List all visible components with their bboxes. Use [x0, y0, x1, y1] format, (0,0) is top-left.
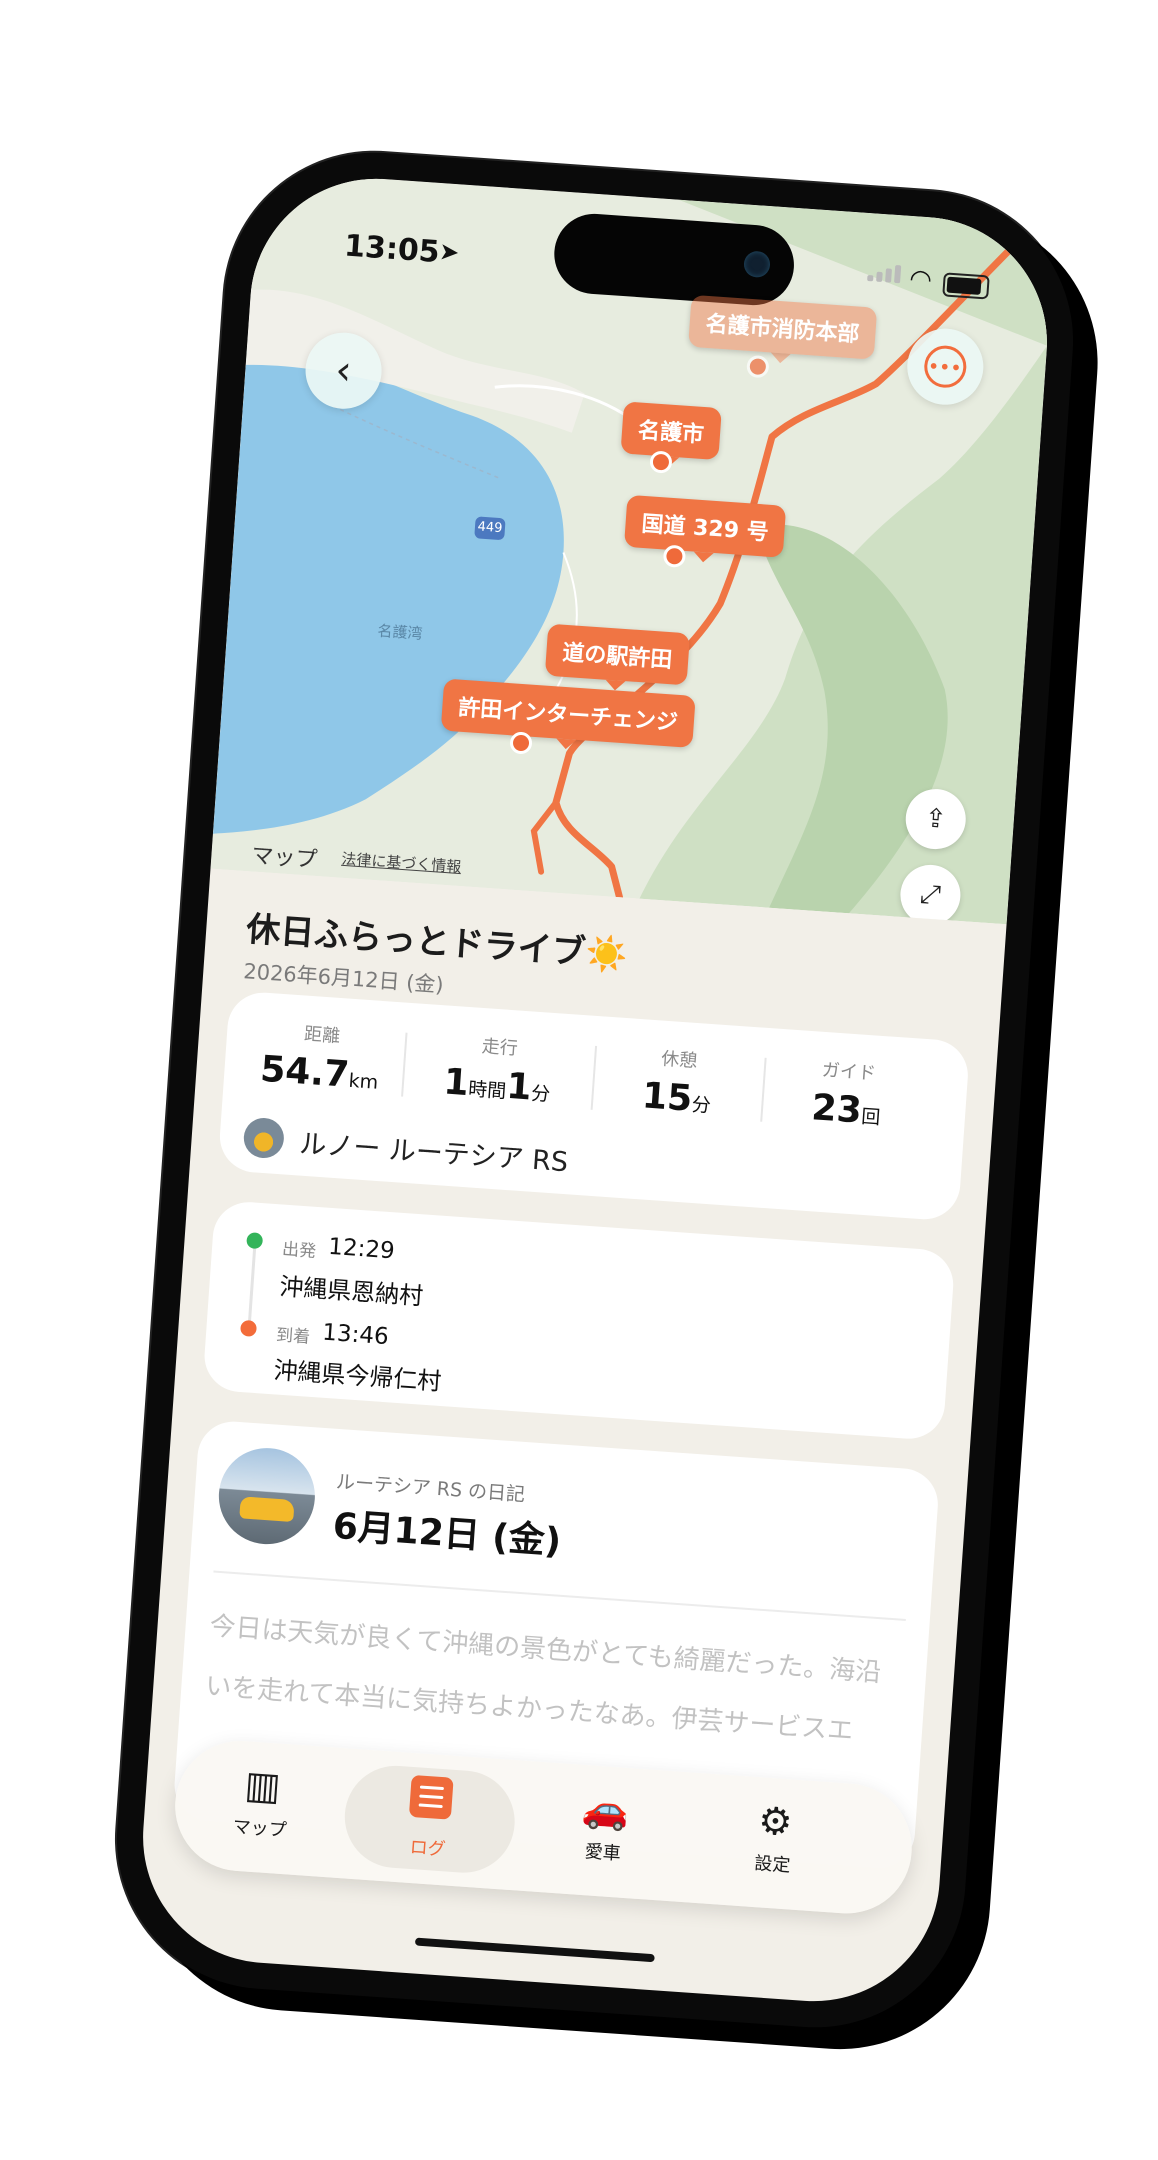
- wifi-icon: ◠: [908, 263, 934, 296]
- stat-divider: [401, 1032, 408, 1097]
- road-shield: 449: [474, 516, 506, 541]
- share-icon: ⇪: [923, 803, 948, 835]
- expand-icon: ⤢: [919, 878, 942, 911]
- tab-car[interactable]: 🚗 愛車: [531, 1776, 678, 1888]
- status-time: 13:05: [343, 228, 441, 271]
- end-dot: [239, 1319, 258, 1337]
- end-tag: 到着: [275, 1325, 311, 1348]
- phone-device: 13:05 ➤ ◠ ‹ ••• 名護市消防本部 名護市 国道 329 号 道の駅…: [106, 142, 1084, 2038]
- maps-credit: マップ: [250, 843, 319, 874]
- car-photo: [239, 1496, 295, 1522]
- diary-text: 今日は天気が良くて沖縄の景色がとても綺麗だった。海沿いを走れて本当に気持ちよかっ…: [204, 1611, 883, 1747]
- map-pin-nago-city[interactable]: 名護市: [620, 401, 722, 461]
- start-time: 12:29: [327, 1233, 396, 1265]
- location-arrow-icon: ➤: [438, 237, 461, 267]
- start-tag: 出発: [281, 1239, 317, 1262]
- stats-card: 距離 54.7km 走行 1時間1分 休憩 15分 ガイド 23回 ルノー ルー…: [217, 990, 971, 1222]
- end-time: 13:46: [321, 1319, 390, 1351]
- chevron-left-icon: ‹: [333, 347, 354, 395]
- stat-divider: [590, 1045, 598, 1110]
- dynamic-island: [551, 211, 797, 308]
- battery-icon: [942, 272, 990, 300]
- stat-guide: ガイド 23回: [810, 1059, 882, 1132]
- car-name: ルノー ルーテシア RS: [298, 1128, 570, 1178]
- camera-lens: [743, 250, 771, 279]
- gear-icon: ⚙: [756, 1798, 794, 1845]
- end-place: 沖縄県今帰仁村: [272, 1356, 443, 1396]
- start-dot: [246, 1232, 264, 1250]
- map-icon: ▥: [243, 1762, 283, 1809]
- route-card: 出発 12:29 沖縄県恩納村 到着 13:46 沖縄県今帰仁村: [202, 1199, 956, 1442]
- tab-map[interactable]: ▥ マップ: [188, 1752, 335, 1864]
- stat-rest: 休憩 15分: [640, 1048, 712, 1120]
- stat-divider: [760, 1057, 767, 1122]
- stat-distance: 距離 54.7km: [259, 1023, 379, 1096]
- route-connector: [247, 1244, 257, 1331]
- car-avatar: [242, 1116, 286, 1160]
- map-pin-michi-no-eki[interactable]: 道の駅許田: [544, 623, 691, 686]
- route-map[interactable]: 13:05 ➤ ◠ ‹ ••• 名護市消防本部 名護市 国道 329 号 道の駅…: [210, 170, 1056, 925]
- diary-photo: [215, 1444, 319, 1548]
- car-row[interactable]: ルノー ルーテシア RS: [242, 1116, 570, 1180]
- car-icon: 🚗: [580, 1785, 631, 1834]
- ellipsis-icon: •••: [922, 344, 968, 390]
- map-pin-route-329[interactable]: 国道 329 号: [623, 494, 787, 558]
- diary-date: 6月12日 (金): [331, 1505, 563, 1563]
- start-place: 沖縄県恩納村: [278, 1272, 425, 1311]
- tab-log[interactable]: ログ: [341, 1762, 519, 1877]
- log-icon: [408, 1774, 454, 1820]
- bay-label: 名護湾: [376, 621, 424, 643]
- stat-driving-time: 走行 1時間1分: [442, 1036, 551, 1109]
- tab-settings[interactable]: ⚙ 設定: [701, 1788, 848, 1900]
- signal-icon: [867, 261, 906, 284]
- app-screen: 13:05 ➤ ◠ ‹ ••• 名護市消防本部 名護市 国道 329 号 道の駅…: [134, 170, 1056, 2010]
